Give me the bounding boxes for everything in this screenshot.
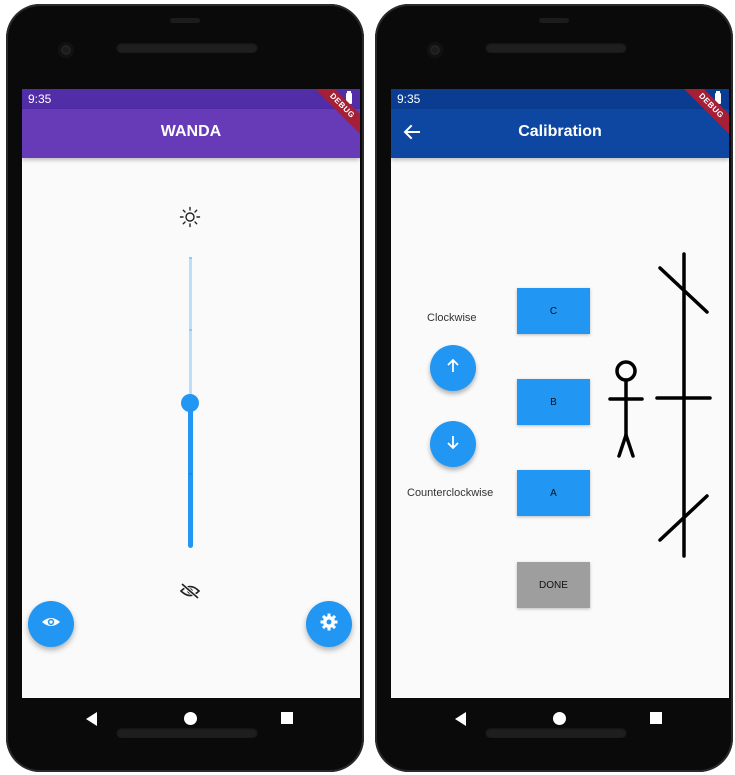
slider-tick xyxy=(189,329,192,331)
position-b-button[interactable]: B xyxy=(517,379,590,425)
nav-home-icon[interactable] xyxy=(184,712,197,725)
nav-back-icon[interactable] xyxy=(86,712,97,726)
nav-back-icon[interactable] xyxy=(455,712,466,726)
slider-tick xyxy=(189,473,192,475)
phone-left: 9:35 DEBUG WANDA xyxy=(6,4,364,772)
stick-figure-leg-right xyxy=(624,433,635,458)
stick-figure-head xyxy=(615,360,637,382)
arrow-down-icon xyxy=(445,434,461,455)
phone-right: 9:35 DEBUG Calibration Clockwise Counter… xyxy=(375,4,733,772)
slider-tick xyxy=(189,257,192,259)
bottom-speaker xyxy=(485,727,627,738)
brightness-icon xyxy=(179,206,201,233)
earpiece xyxy=(170,18,200,23)
toggle-visibility-button[interactable] xyxy=(28,601,74,647)
eye-icon xyxy=(41,615,61,634)
debug-banner: DEBUG xyxy=(669,89,729,149)
position-a-button[interactable]: A xyxy=(517,470,590,516)
brightness-slider-thumb[interactable] xyxy=(181,394,199,412)
rotate-counterclockwise-button[interactable] xyxy=(430,421,476,467)
bottom-speaker xyxy=(116,727,258,738)
calibration-screen: 9:35 DEBUG Calibration Clockwise Counter… xyxy=(391,89,729,698)
status-time: 9:35 xyxy=(397,92,421,106)
visibility-off-icon xyxy=(179,582,201,605)
counterclockwise-label: Counterclockwise xyxy=(407,487,494,499)
front-camera xyxy=(427,42,443,58)
nav-home-icon[interactable] xyxy=(553,712,566,725)
arrow-up-icon xyxy=(445,358,461,379)
gear-icon xyxy=(320,613,338,636)
debug-label: DEBUG xyxy=(676,89,729,141)
position-c-button[interactable]: C xyxy=(517,288,590,334)
debug-banner: DEBUG xyxy=(300,89,360,149)
settings-button[interactable] xyxy=(306,601,352,647)
calibration-diagram xyxy=(608,252,712,558)
nav-recents-icon[interactable] xyxy=(650,712,662,724)
done-button[interactable]: DONE xyxy=(517,562,590,608)
top-speaker xyxy=(116,42,258,53)
slider-track-active[interactable] xyxy=(188,402,193,548)
status-time: 9:35 xyxy=(28,92,52,106)
earpiece xyxy=(539,18,569,23)
nav-recents-icon[interactable] xyxy=(281,712,293,724)
wanda-screen: 9:35 DEBUG WANDA xyxy=(22,89,360,698)
debug-label: DEBUG xyxy=(307,89,360,141)
stick-figure-leg-left xyxy=(617,433,628,458)
top-speaker xyxy=(485,42,627,53)
front-camera xyxy=(58,42,74,58)
rotate-clockwise-button[interactable] xyxy=(430,345,476,391)
clockwise-label: Clockwise xyxy=(427,312,477,324)
